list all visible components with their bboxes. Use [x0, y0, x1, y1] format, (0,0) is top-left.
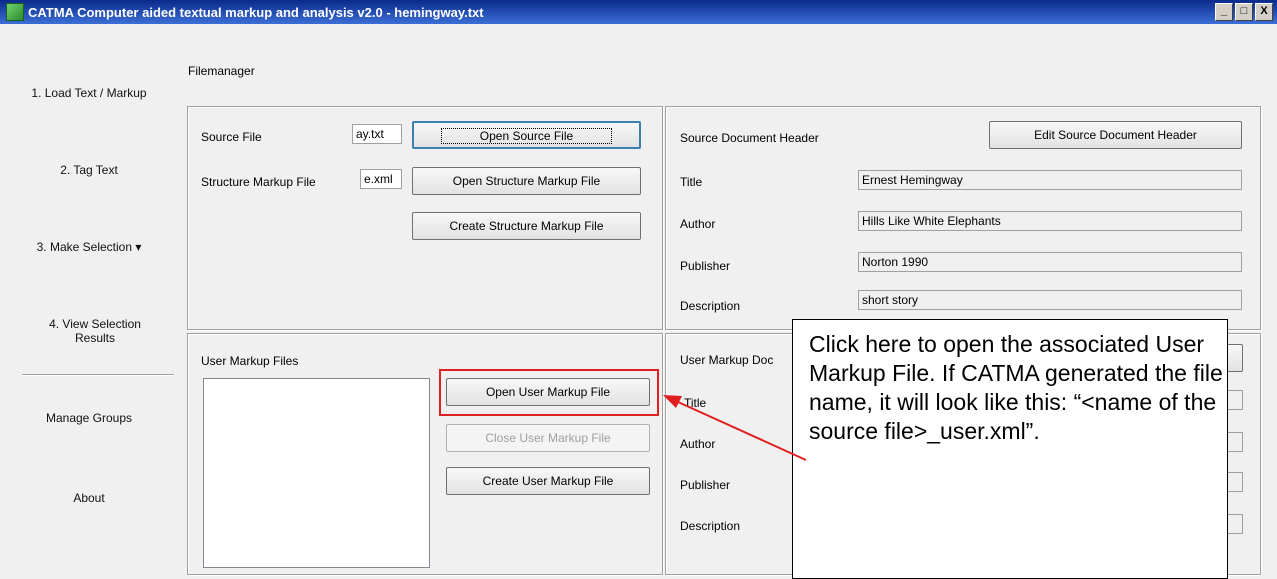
annotation-arrow-icon — [663, 395, 807, 461]
